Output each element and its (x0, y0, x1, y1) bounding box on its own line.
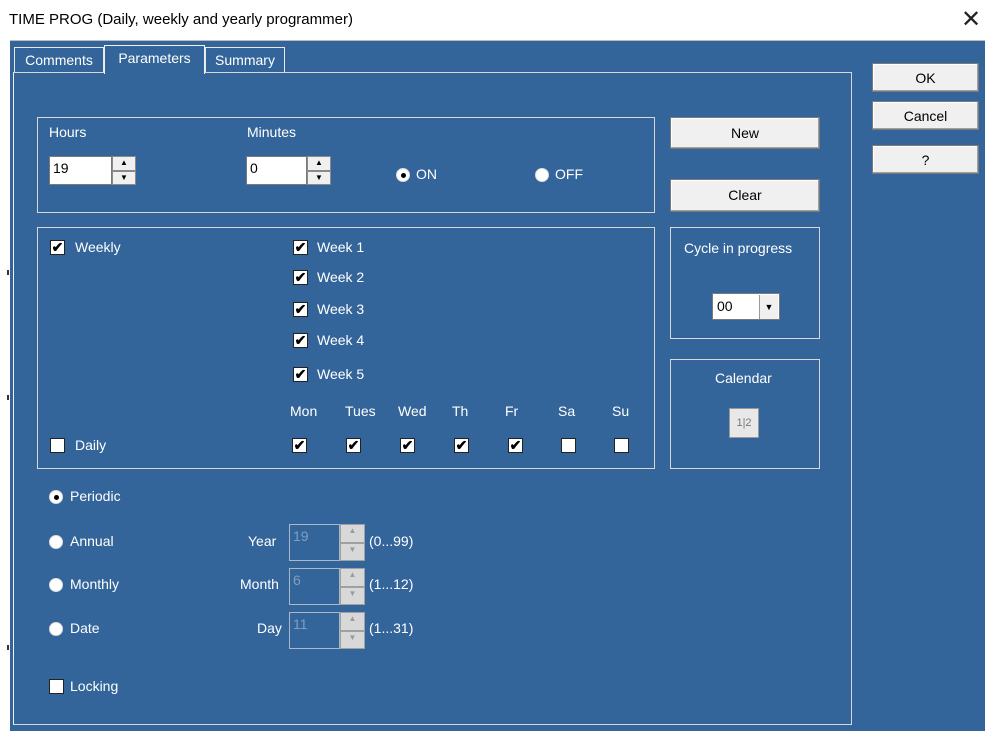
day-label-fr: Fr (505, 403, 519, 419)
periodic-radio-dot (54, 495, 59, 500)
tab-comments[interactable]: Comments (14, 47, 104, 73)
on-radio[interactable] (396, 168, 410, 182)
week2-label: Week 2 (317, 269, 365, 285)
daily-checkbox[interactable] (50, 438, 65, 453)
month-up-button[interactable]: ▲ (340, 568, 365, 587)
day-range: (1...31) (369, 620, 414, 636)
tab-parameters[interactable]: Parameters (104, 45, 205, 74)
year-label: Year (248, 533, 277, 549)
fr-checkbox[interactable]: ✔ (508, 438, 523, 453)
week4-label: Week 4 (317, 332, 365, 348)
day-up-button[interactable]: ▲ (340, 612, 365, 631)
minutes-input[interactable]: 0 (246, 156, 307, 185)
minutes-down-button[interactable]: ▼ (307, 171, 331, 185)
week2-checkbox[interactable]: ✔ (293, 270, 308, 285)
daily-label: Daily (75, 437, 107, 453)
cycle-label: Cycle in progress (684, 240, 793, 256)
minutes-up-button[interactable]: ▲ (307, 156, 331, 171)
year-range: (0...99) (369, 533, 414, 549)
hours-label: Hours (49, 124, 87, 140)
day-label-wed: Wed (398, 403, 427, 419)
hours-down-button[interactable]: ▼ (112, 171, 136, 185)
off-radio[interactable] (535, 168, 549, 182)
day-label-su: Su (612, 403, 630, 419)
weekly-group (37, 227, 655, 469)
week3-label: Week 3 (317, 301, 365, 317)
week1-label: Week 1 (317, 239, 365, 255)
hours-up-button[interactable]: ▲ (112, 156, 136, 171)
su-checkbox[interactable] (614, 438, 629, 453)
title-bar: TIME PROG (Daily, weekly and yearly prog… (0, 0, 985, 41)
day-label-sa: Sa (558, 403, 576, 419)
tues-checkbox[interactable]: ✔ (346, 438, 361, 453)
wed-checkbox[interactable]: ✔ (400, 438, 415, 453)
new-button[interactable]: New (670, 117, 820, 149)
edge-tick (7, 270, 9, 275)
week3-checkbox[interactable]: ✔ (293, 302, 308, 317)
ok-button[interactable]: OK (872, 63, 979, 92)
edge-tick (7, 395, 9, 400)
cancel-button[interactable]: Cancel (872, 101, 979, 130)
day-label: Day (257, 620, 282, 636)
chevron-down-icon: ▼ (759, 295, 778, 319)
help-button[interactable]: ? (872, 145, 979, 174)
date-radio[interactable] (49, 622, 63, 636)
cycle-select[interactable]: 00 ▼ (712, 293, 780, 320)
minutes-label: Minutes (247, 124, 297, 140)
week4-checkbox[interactable]: ✔ (293, 333, 308, 348)
sa-checkbox[interactable] (561, 438, 576, 453)
year-input[interactable]: 19 (289, 524, 340, 561)
periodic-radio[interactable] (49, 490, 63, 504)
window-left-edge (0, 40, 10, 731)
month-range: (1...12) (369, 576, 414, 592)
day-down-button[interactable]: ▼ (340, 631, 365, 649)
day-input[interactable]: 11 (289, 612, 340, 649)
off-label: OFF (555, 166, 583, 182)
week1-checkbox[interactable]: ✔ (293, 240, 308, 255)
monthly-label: Monthly (70, 576, 120, 592)
day-label-tues: Tues (345, 403, 376, 419)
day-label-th: Th (452, 403, 469, 419)
month-down-button[interactable]: ▼ (340, 587, 365, 605)
on-label: ON (416, 166, 437, 182)
week5-checkbox[interactable]: ✔ (293, 367, 308, 382)
weekly-checkbox[interactable]: ✔ (50, 240, 65, 255)
clear-button[interactable]: Clear (670, 179, 820, 212)
week5-label: Week 5 (317, 366, 365, 382)
calendar-label: Calendar (715, 370, 772, 386)
hours-input[interactable]: 19 (49, 156, 112, 185)
date-label: Date (70, 620, 100, 636)
th-checkbox[interactable]: ✔ (454, 438, 469, 453)
weekly-label: Weekly (75, 239, 121, 255)
locking-checkbox[interactable] (49, 679, 64, 694)
monthly-radio[interactable] (49, 578, 63, 592)
on-radio-dot (401, 173, 406, 178)
annual-radio[interactable] (49, 535, 63, 549)
locking-label: Locking (70, 678, 119, 694)
annual-label: Annual (70, 533, 114, 549)
day-label-mon: Mon (290, 403, 318, 419)
close-button[interactable]: ✕ (957, 4, 985, 36)
year-down-button[interactable]: ▼ (340, 543, 365, 561)
month-input[interactable]: 6 (289, 568, 340, 605)
mon-checkbox[interactable]: ✔ (292, 438, 307, 453)
calendar-icon[interactable]: 1|2 (729, 408, 759, 438)
year-up-button[interactable]: ▲ (340, 524, 365, 543)
periodic-label: Periodic (70, 488, 121, 504)
month-label: Month (240, 576, 279, 592)
window-title: TIME PROG (Daily, weekly and yearly prog… (9, 11, 353, 28)
cycle-value: 00 (717, 298, 733, 314)
tab-summary[interactable]: Summary (205, 47, 285, 73)
edge-tick (7, 645, 9, 650)
